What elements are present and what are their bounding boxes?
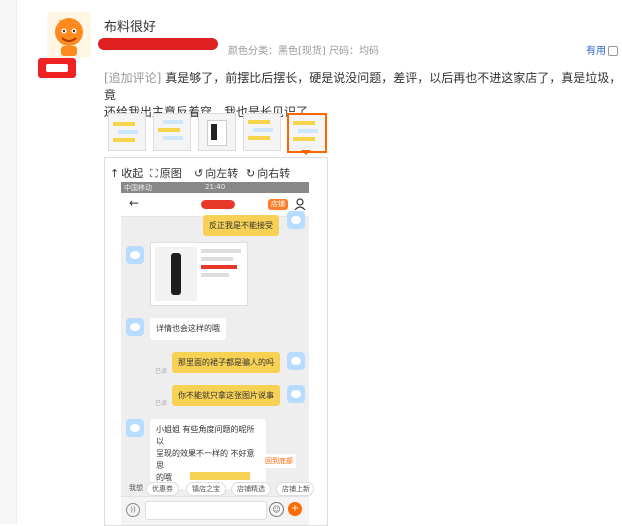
chip-featured[interactable]: 店铺精选 (231, 482, 271, 496)
user-avatar-icon (287, 211, 305, 229)
viewer-toolbar: ↑ 收起 ⛶ 原图 ↺ 向左转 ↻ 向右转 (108, 162, 328, 182)
rotate-left-label: 向左转 (205, 167, 239, 180)
thumbnail-1[interactable] (108, 113, 146, 151)
status-time: 21:40 (205, 183, 226, 191)
append-tag: [追加评论] (104, 71, 162, 85)
emoji-icon[interactable]: ☺ (269, 502, 284, 517)
chip-new-arrivals[interactable]: 店铺上新 (276, 482, 314, 496)
useful-label: 有用 (586, 46, 606, 57)
thumbnail-5-selected[interactable] (287, 113, 327, 153)
chip-coupon[interactable]: 优惠券 (146, 482, 179, 496)
message-2: 详情也会这样的哦 (150, 318, 226, 340)
seller-avatar-icon (126, 246, 144, 264)
status-carrier: 中国移动 (124, 184, 152, 192)
plus-icon[interactable]: + (288, 502, 302, 516)
back-arrow-icon: ← (129, 196, 140, 210)
rotate-right-button[interactable]: ↻ 向右转 (246, 165, 290, 181)
redacted-shop-name (201, 200, 235, 209)
product-spec: 颜色分类：黑色[现货] 尺码：均码 (228, 46, 379, 57)
thumbs-up-icon (608, 46, 618, 56)
message-input[interactable] (145, 501, 267, 520)
collapse-label: 收起 (121, 167, 144, 180)
seller-avatar-icon (126, 419, 144, 437)
chat-nav-bar: ← 店铺 (121, 193, 309, 217)
message-4: 你不能就只拿这张图片说事 (172, 385, 280, 406)
redacted-name (98, 38, 218, 50)
read-mark: 已读 (155, 400, 168, 407)
collapse-icon: ↑ (110, 167, 120, 180)
message-5-line2: 呈现的效果不一样的 不好意思 (156, 449, 255, 470)
thumbnail-3[interactable] (198, 113, 236, 151)
product-image-message (150, 242, 248, 306)
rotate-right-label: 向右转 (257, 167, 291, 180)
back-to-bottom-link[interactable]: 回到底部 (262, 454, 296, 468)
rotate-left-icon: ↺ (194, 167, 204, 180)
shop-badge: 店铺 (268, 199, 288, 210)
redacted-username (38, 58, 76, 78)
rotate-left-button[interactable]: ↺ 向左转 (194, 165, 238, 181)
message-1: 反正我是不能接受 (203, 215, 279, 236)
thumbnail-2[interactable] (153, 113, 191, 151)
avatar (47, 12, 91, 58)
original-image-button[interactable]: ⛶ 原图 (150, 165, 182, 181)
original-image-label: 原图 (159, 167, 182, 180)
message-5-line1: 小姐姐 有些角度问题的呢所以 (156, 425, 255, 446)
useful-button[interactable]: 有用 (586, 42, 618, 57)
review-title: 布料很好 (104, 20, 157, 35)
message-5-line3: 的哦 (156, 473, 172, 482)
user-avatar-icon (287, 385, 305, 403)
fullscreen-icon: ⛶ (150, 167, 158, 180)
chip-treasure[interactable]: 镇店之宝 (186, 482, 226, 496)
left-rail (0, 0, 17, 524)
thumbnail-4[interactable] (243, 113, 281, 151)
append-text-line1: 真是够了，前摆比后摆长，硬是说没问题，差评，以后再也不进这家店了，真是垃圾，竟 (104, 71, 622, 102)
person-icon (294, 198, 306, 210)
message-3: 那里面的裙子都是骗人的吗 (172, 352, 280, 373)
read-mark: 已读 (155, 368, 168, 375)
rotate-right-icon: ↻ (246, 167, 256, 180)
voice-icon[interactable]: )) (126, 503, 140, 517)
chip-wo-xiang[interactable]: 我想 (124, 482, 148, 494)
chat-input-bar: )) ☺ + (121, 496, 309, 525)
partial-message (190, 472, 250, 480)
seller-avatar-icon (126, 318, 144, 336)
collapse-button[interactable]: ↑ 收起 (110, 165, 143, 181)
status-bar: 中国移动 21:40 (121, 182, 309, 193)
selected-caret-icon (301, 150, 311, 155)
user-avatar-icon (287, 352, 305, 370)
